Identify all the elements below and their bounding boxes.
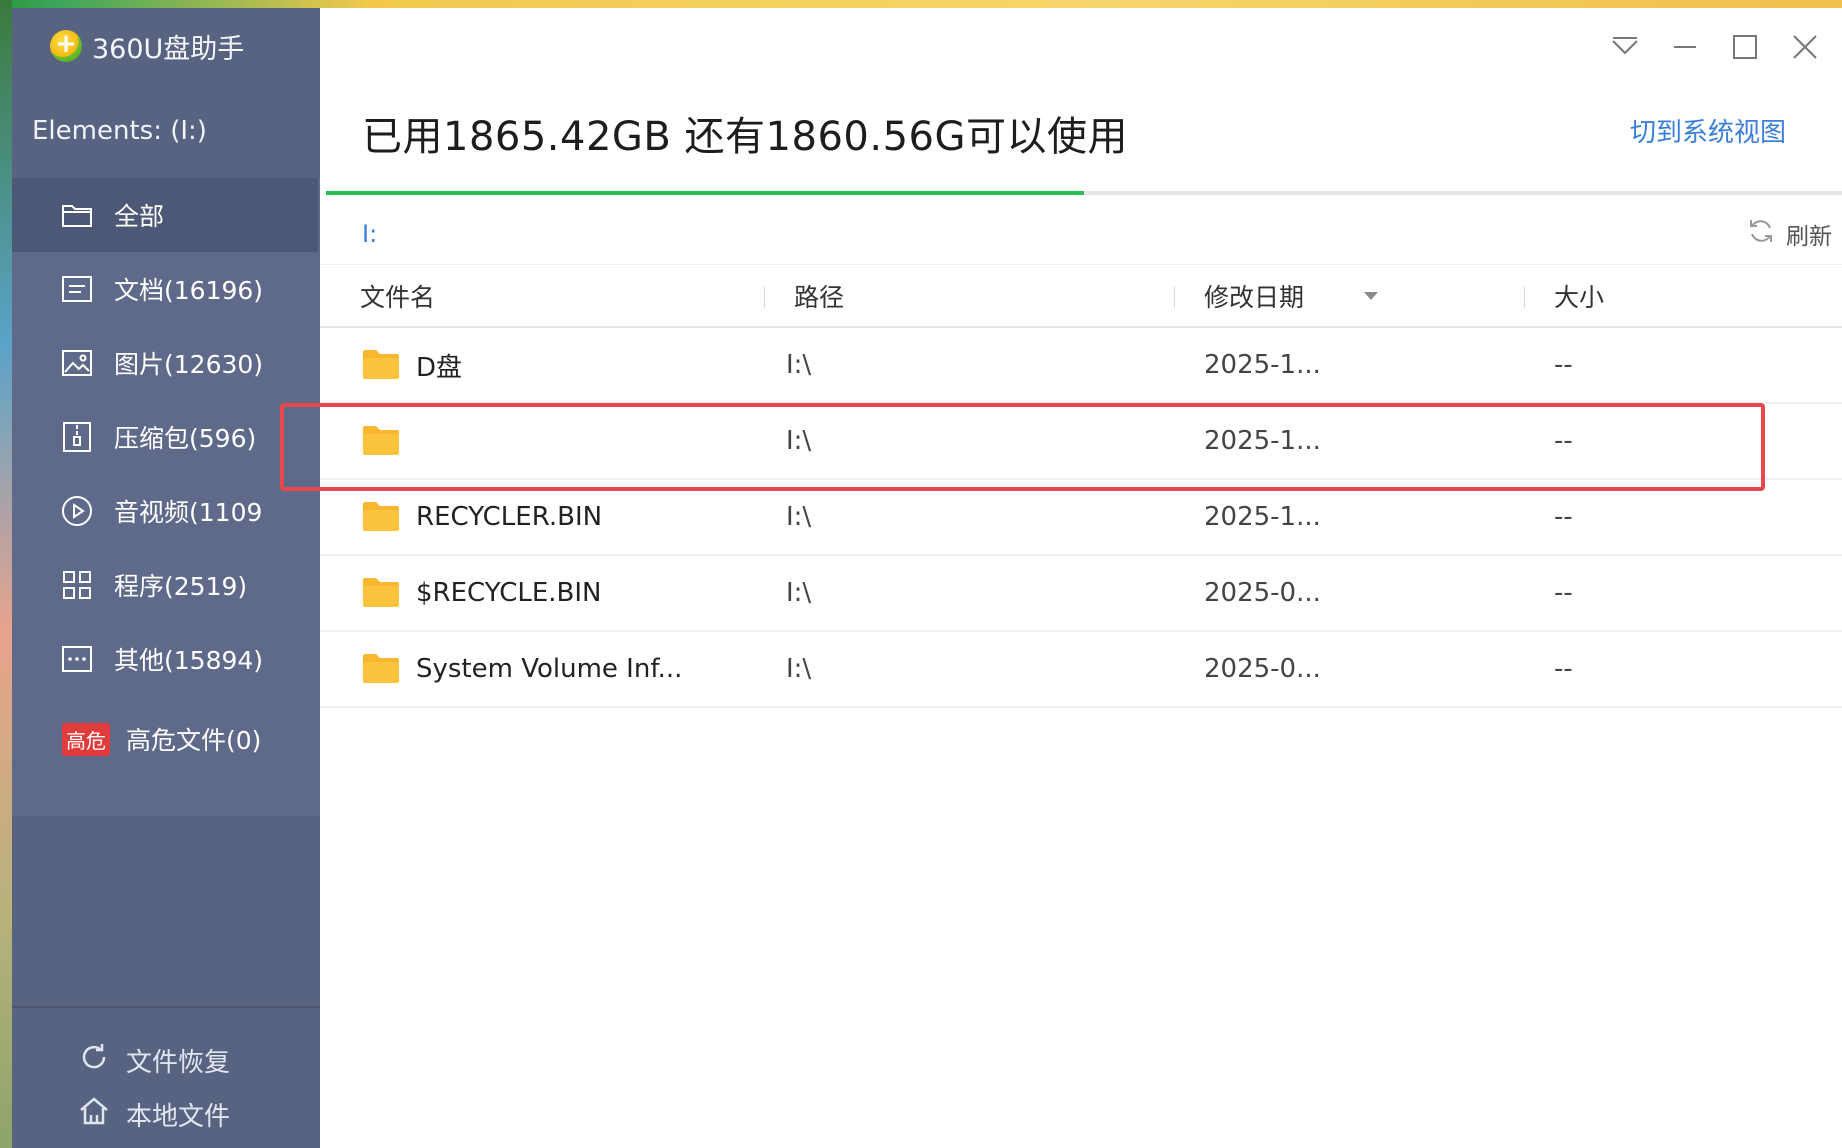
- file-path: I:\: [786, 502, 812, 532]
- maximize-icon: [1733, 35, 1757, 59]
- image-icon: [60, 346, 94, 380]
- nav-item-label: 高危文件(0): [126, 726, 262, 755]
- main-panel: 已用1865.42GB 还有1860.56G可以使用 切到系统视图 I: 刷新 …: [280, 8, 1842, 1148]
- nav-item-label: 压缩包(596): [114, 424, 257, 453]
- file-name: $RECYCLE.BIN: [416, 578, 602, 608]
- folder-icon: [362, 348, 400, 380]
- file-path: I:\: [786, 426, 812, 456]
- table-row[interactable]: D盘 I:\ 2025-1... --: [320, 328, 1842, 404]
- desktop-background-top: [0, 0, 1842, 8]
- file-name: System Volume Inf...: [416, 654, 683, 684]
- grid-icon: [60, 568, 94, 602]
- divider: [320, 264, 1842, 265]
- file-size: --: [1554, 350, 1573, 380]
- column-header-path[interactable]: 路径: [794, 266, 844, 326]
- table-row[interactable]: System Volume Inf... I:\ 2025-0... --: [320, 632, 1842, 708]
- column-header-name[interactable]: 文件名: [360, 266, 435, 326]
- file-recovery-link[interactable]: 文件恢复: [78, 1038, 230, 1082]
- file-date: 2025-1...: [1204, 502, 1321, 532]
- column-header-date[interactable]: 修改日期: [1204, 266, 1379, 326]
- nav-item-label: 文档(16196): [114, 276, 264, 305]
- dropdown-triangle-icon: [1612, 37, 1638, 55]
- play-icon: [60, 494, 94, 528]
- file-size: --: [1554, 654, 1573, 684]
- folder-icon: [362, 500, 400, 532]
- refresh-label: 刷新: [1786, 224, 1832, 250]
- column-header-date-label: 修改日期: [1204, 283, 1305, 312]
- column-separator: [1524, 286, 1525, 308]
- maximize-button[interactable]: [1728, 30, 1762, 64]
- file-date: 2025-0...: [1204, 578, 1321, 608]
- minimize-icon: [1674, 46, 1696, 48]
- highlight-annotation-box: [280, 403, 1765, 491]
- nav-item-other[interactable]: 其他(15894): [12, 622, 318, 696]
- danger-badge: 高危: [62, 722, 110, 756]
- usage-summary: 已用1865.42GB 还有1860.56G可以使用: [362, 114, 1128, 160]
- close-icon: [1793, 35, 1817, 59]
- desktop-background-left: [0, 0, 12, 1148]
- app-logo-icon: [50, 28, 82, 62]
- file-name: RECYCLER.BIN: [416, 502, 603, 532]
- nav-item-images[interactable]: 图片(12630): [12, 326, 318, 400]
- file-path: I:\: [786, 350, 812, 380]
- nav-item-high-risk[interactable]: 高危 高危文件(0): [12, 702, 318, 776]
- local-files-link[interactable]: 本地文件: [78, 1092, 230, 1136]
- column-separator: [764, 286, 765, 308]
- file-name: D盘: [416, 352, 463, 383]
- more-icon: [60, 642, 94, 676]
- column-separator: [1174, 286, 1175, 308]
- folder-icon: [362, 424, 400, 456]
- switch-system-view-link[interactable]: 切到系统视图: [1630, 112, 1786, 149]
- nav-item-label: 程序(2519): [114, 572, 248, 601]
- nav-item-label: 全部: [114, 202, 165, 231]
- menu-dropdown-button[interactable]: [1608, 30, 1642, 64]
- file-date: 2025-0...: [1204, 654, 1321, 684]
- nav-item-label: 其他(15894): [114, 646, 264, 675]
- table-row[interactable]: RECYCLER.BIN I:\ 2025-1... --: [320, 480, 1842, 556]
- nav-item-all[interactable]: 全部: [12, 178, 318, 252]
- file-date: 2025-1...: [1204, 426, 1321, 456]
- column-header-size[interactable]: 大小: [1554, 266, 1604, 326]
- file-recovery-label: 文件恢复: [126, 1047, 231, 1078]
- nav-item-archives[interactable]: 压缩包(596): [12, 400, 318, 474]
- drive-label: Elements: (I:): [32, 116, 207, 146]
- table-row[interactable]: I:\ 2025-1... --: [280, 403, 1842, 491]
- category-nav: 全部 文档(16196) 图片(12630) 压缩包(596) 音视频(1109: [12, 178, 320, 816]
- app-title: 360U盘助手: [92, 33, 245, 65]
- nav-item-documents[interactable]: 文档(16196): [12, 252, 318, 326]
- nav-item-programs[interactable]: 程序(2519): [12, 548, 318, 622]
- table-header: 文件名 路径 修改日期 大小: [320, 266, 1842, 328]
- file-size: --: [1554, 578, 1573, 608]
- breadcrumb[interactable]: I:: [362, 220, 377, 248]
- file-path: I:\: [786, 654, 812, 684]
- table-row[interactable]: $RECYCLE.BIN I:\ 2025-0... --: [320, 556, 1842, 632]
- minimize-button[interactable]: [1668, 30, 1702, 64]
- nav-item-label: 音视频(1109: [114, 498, 263, 527]
- folder-icon: [60, 198, 94, 232]
- file-size: --: [1554, 502, 1573, 532]
- refresh-circle-icon: [78, 1041, 110, 1080]
- refresh-button[interactable]: 刷新: [1746, 216, 1832, 252]
- folder-icon: [362, 652, 400, 684]
- file-date: 2025-1...: [1204, 350, 1321, 380]
- app-title-bar: 360U盘助手: [50, 26, 244, 66]
- usage-progress-fill: [326, 191, 1084, 195]
- local-files-label: 本地文件: [126, 1101, 231, 1132]
- archive-icon: [60, 420, 94, 454]
- folder-icon: [362, 576, 400, 608]
- file-size: --: [1554, 426, 1573, 456]
- file-path: I:\: [786, 578, 812, 608]
- usage-progress-bar: [326, 191, 1842, 195]
- sidebar-divider: [12, 1006, 320, 1008]
- document-icon: [60, 272, 94, 306]
- nav-item-label: 图片(12630): [114, 350, 264, 379]
- sort-desc-icon: [1364, 292, 1379, 300]
- refresh-icon: [1746, 216, 1776, 252]
- home-icon: [78, 1095, 110, 1134]
- nav-item-media[interactable]: 音视频(1109: [12, 474, 318, 548]
- window-controls: [1608, 30, 1822, 64]
- sidebar: 360U盘助手 Elements: (I:) 全部 文档(16196) 图片(1…: [12, 8, 320, 1148]
- close-button[interactable]: [1788, 30, 1822, 64]
